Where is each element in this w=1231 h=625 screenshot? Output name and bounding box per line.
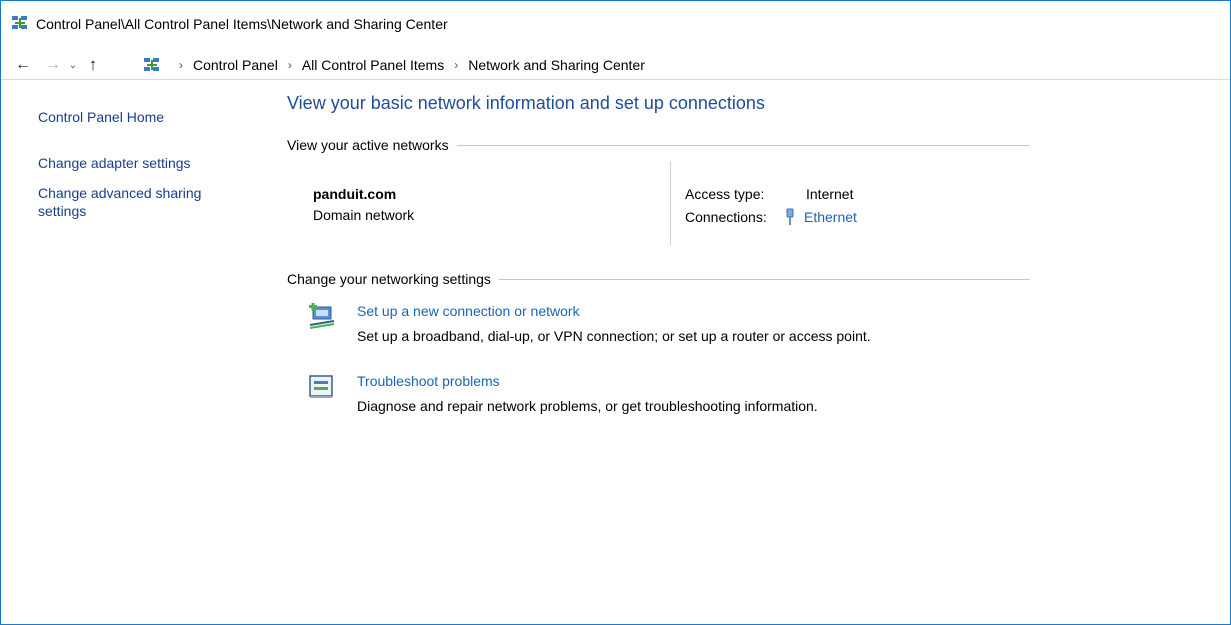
control-panel-home-link[interactable]: Control Panel Home [38,108,268,126]
change-adapter-settings-link[interactable]: Change adapter settings [38,154,191,172]
setup-connection-link[interactable]: Set up a new connection or network [357,303,580,319]
divider [456,144,1030,146]
troubleshoot-link[interactable]: Troubleshoot problems [357,373,500,389]
sidebar: Control Panel Home Change adapter settin… [38,108,268,219]
setup-connection-description: Set up a broadband, dial-up, or VPN conn… [357,328,871,344]
main-content: View your basic network information and … [287,93,1032,414]
network-name: panduit.com [313,186,397,202]
divider [498,278,1030,280]
chevron-down-icon[interactable]: ⌄ [63,51,83,79]
window: Control Panel\All Control Panel Items\Ne… [0,0,1231,625]
ethernet-icon [786,208,794,225]
network-details: Access type: Internet Connections: Ether… [685,182,857,228]
change-advanced-sharing-link[interactable]: Change advanced sharing settings [38,184,238,220]
active-networks-label: View your active networks [287,137,449,153]
change-settings-label: Change your networking settings [287,271,491,287]
window-title: Control Panel\All Control Panel Items\Ne… [36,16,448,32]
breadcrumb-separator[interactable]: › [288,58,292,72]
troubleshoot-description: Diagnose and repair network problems, or… [357,398,818,414]
access-type-row: Access type: Internet [685,182,857,205]
change-settings-header: Change your networking settings [287,271,1030,287]
connections-label: Connections: [685,208,767,225]
network-info: panduit.com Domain network [313,184,414,226]
ethernet-link[interactable]: Ethernet [804,209,857,225]
network-center-icon [144,58,159,71]
vertical-divider [670,161,671,245]
breadcrumb-all-items[interactable]: All Control Panel Items [302,57,444,73]
access-type-label: Access type: [685,185,765,202]
network-center-icon [12,16,27,29]
forward-arrow-icon[interactable]: → [43,51,63,79]
page-title: View your basic network information and … [287,93,765,113]
back-arrow-icon[interactable]: ← [13,51,33,79]
breadcrumb-network-sharing[interactable]: Network and Sharing Center [468,57,645,73]
navigation-bar: ← → ⌄ ↑ › Control Panel › All Control Pa… [1,51,1230,80]
new-connection-icon[interactable] [307,303,337,331]
address-bar[interactable]: › Control Panel › All Control Panel Item… [111,51,1230,79]
title-bar: Control Panel\All Control Panel Items\Ne… [1,1,1230,45]
network-type: Domain network [313,207,415,223]
breadcrumb-control-panel[interactable]: Control Panel [193,57,278,73]
breadcrumb-separator[interactable]: › [179,58,183,72]
access-type-value: Internet [806,185,854,202]
connections-row: Connections: Ethernet [685,205,857,228]
troubleshoot-icon[interactable] [307,373,337,401]
up-arrow-icon[interactable]: ↑ [83,51,103,79]
active-networks-header: View your active networks [287,137,1030,153]
breadcrumb-separator[interactable]: › [454,58,458,72]
